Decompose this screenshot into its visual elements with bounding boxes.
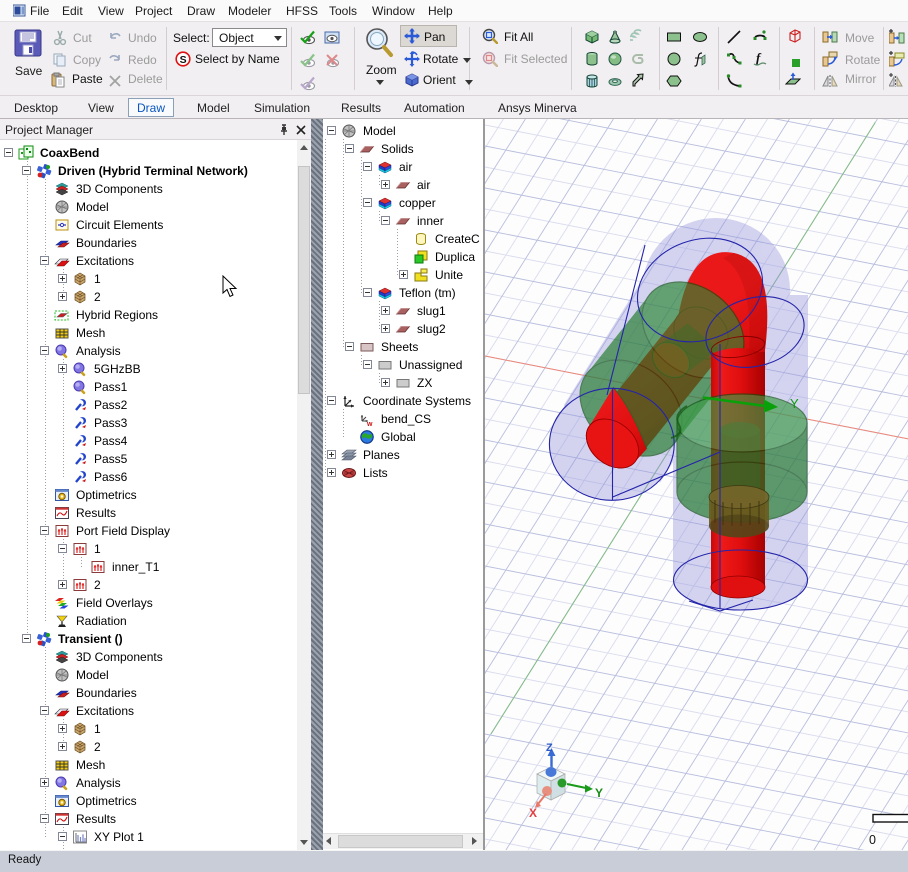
svg-text:Z: Z (546, 742, 553, 754)
svg-text:w: w (366, 421, 373, 427)
svg-text:0: 0 (869, 833, 876, 847)
svg-text:X: X (529, 806, 537, 820)
svg-text:Y: Y (790, 396, 799, 411)
svg-text:Y: Y (595, 786, 603, 800)
